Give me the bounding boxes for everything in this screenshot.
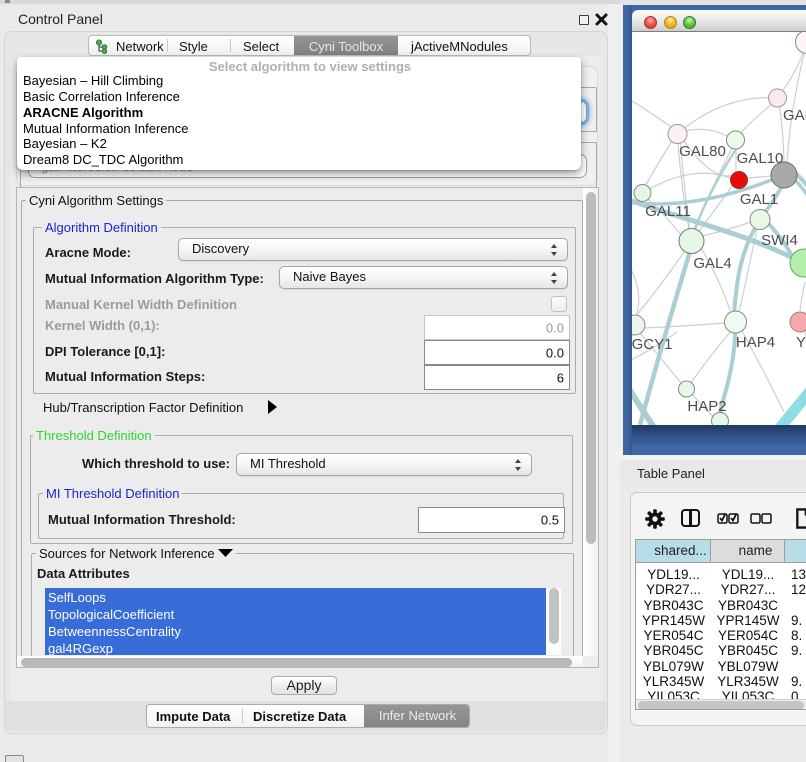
svg-text:HAP2: HAP2 xyxy=(687,398,726,415)
svg-text:GAL4: GAL4 xyxy=(693,255,731,272)
svg-text:GAL7: GAL7 xyxy=(783,107,806,124)
svg-text:HAP4: HAP4 xyxy=(736,334,775,351)
svg-text:GAL80: GAL80 xyxy=(679,143,726,160)
svg-text:SWI4: SWI4 xyxy=(761,232,798,249)
svg-text:YJ: YJ xyxy=(796,334,806,351)
svg-text:GCY1: GCY1 xyxy=(632,336,672,353)
svg-text:GAL1: GAL1 xyxy=(740,191,778,208)
svg-text:GAL10: GAL10 xyxy=(737,150,784,167)
svg-text:GAL11: GAL11 xyxy=(645,203,691,220)
